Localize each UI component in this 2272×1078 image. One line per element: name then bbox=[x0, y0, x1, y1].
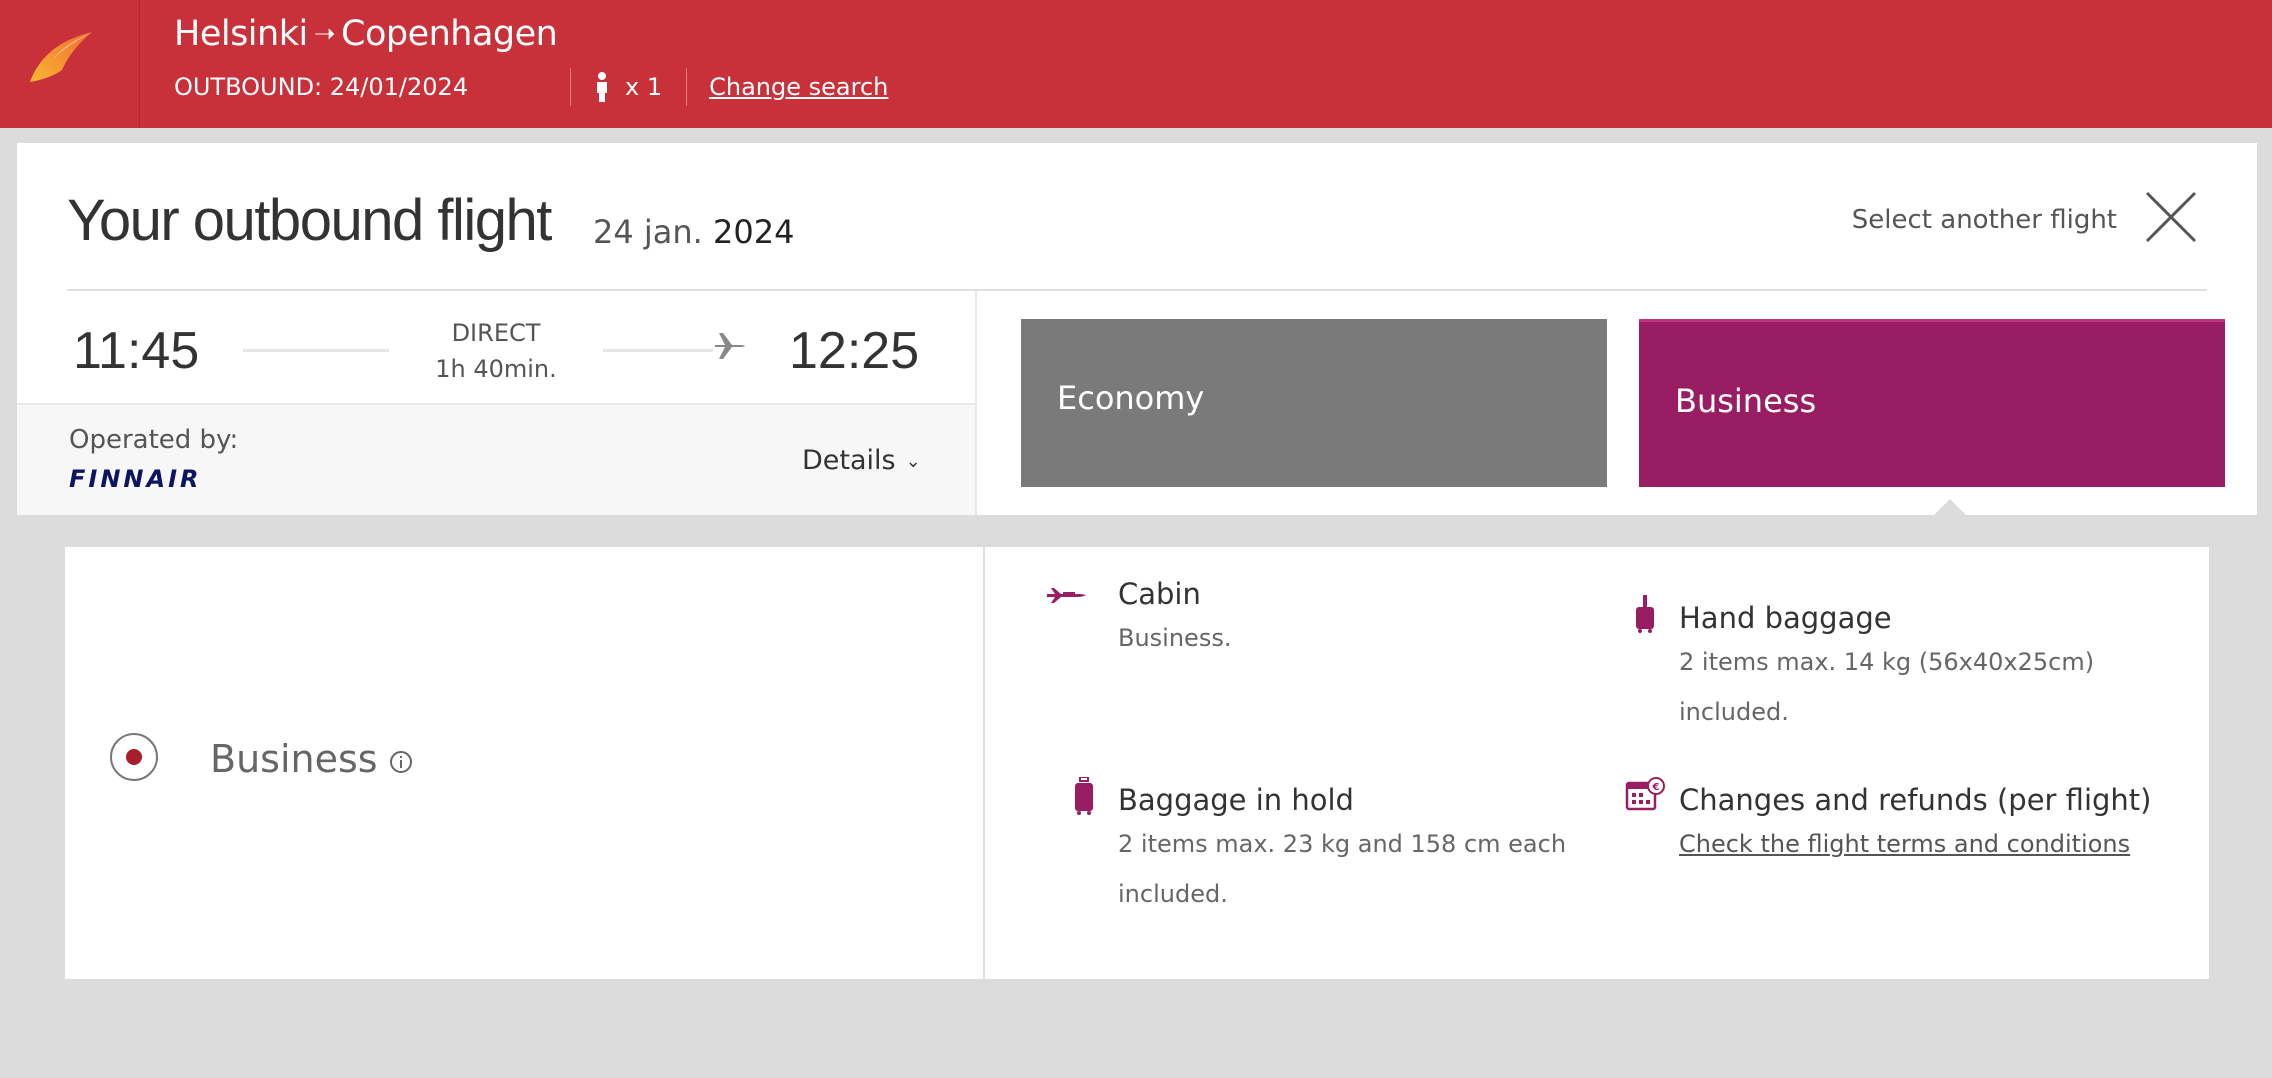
hold-baggage-included: included. bbox=[1118, 880, 1228, 908]
cabin-text: Business. bbox=[1118, 624, 1232, 652]
hand-baggage-title: Hand baggage bbox=[1679, 601, 1892, 635]
change-search-link[interactable]: Change search bbox=[687, 73, 888, 101]
flight-duration: 1h 40min. bbox=[435, 355, 557, 383]
outbound-date: OUTBOUND: 24/01/2024 bbox=[174, 73, 469, 101]
flight-times: 11:45 DIRECT 1h 40min. 12:25 bbox=[17, 291, 975, 403]
radio-dot bbox=[126, 749, 142, 765]
flight-terms-link[interactable]: Check the flight terms and conditions bbox=[1679, 819, 2151, 869]
details-toggle[interactable]: Details ⌄ bbox=[802, 445, 921, 476]
flight-type-label: DIRECT bbox=[451, 319, 541, 347]
feature-hold-baggage: Baggage in hold 2 items max. 23 kg and 1… bbox=[1118, 783, 1566, 919]
close-icon[interactable] bbox=[2143, 189, 2199, 245]
details-label: Details bbox=[802, 445, 896, 476]
hand-baggage-text: 2 items max. 14 kg (56x40x25cm) bbox=[1679, 648, 2095, 676]
feature-changes: Changes and refunds (per flight) Check t… bbox=[1679, 783, 2151, 869]
destination-city: Copenhagen bbox=[341, 14, 558, 54]
svg-text:€: € bbox=[1652, 782, 1660, 793]
hand-baggage-icon bbox=[1636, 595, 1654, 633]
airplane-icon bbox=[715, 333, 745, 359]
page-title: Your outbound flight bbox=[67, 188, 552, 253]
outbound-flight-panel: Your outbound flight 24 jan. 2024 Select… bbox=[17, 143, 2257, 1063]
feature-hand-baggage: Hand baggage 2 items max. 14 kg (56x40x2… bbox=[1679, 601, 2094, 737]
info-icon[interactable] bbox=[389, 750, 413, 774]
top-bar: Helsinki ➝ Copenhagen OUTBOUND: 24/01/2024… bbox=[0, 0, 2272, 128]
feature-cabin: Cabin Business. bbox=[1118, 577, 1231, 663]
passenger-count: x 1 bbox=[571, 72, 686, 102]
fare-tab-business[interactable]: Business bbox=[1639, 319, 2225, 487]
origin-city: Helsinki bbox=[174, 14, 308, 54]
fare-details: Business Cabin Business. Hand baggage 2 … bbox=[65, 547, 2209, 979]
flight-summary: Your outbound flight 24 jan. 2024 Select… bbox=[17, 143, 2257, 515]
fare-radio-selected[interactable] bbox=[110, 733, 158, 781]
route-arrow-icon: ➝ bbox=[313, 19, 336, 49]
route-line bbox=[243, 349, 389, 352]
selected-fare-pointer bbox=[1934, 499, 1966, 515]
cabin-plane-icon bbox=[1047, 588, 1086, 603]
changes-title: Changes and refunds (per flight) bbox=[1679, 783, 2152, 817]
passenger-count-label: x 1 bbox=[625, 73, 663, 101]
operated-by-label: Operated by: bbox=[69, 425, 239, 455]
select-another-flight-label[interactable]: Select another flight bbox=[1852, 205, 2117, 235]
flight-type: DIRECT 1h 40min. bbox=[389, 315, 603, 387]
operator-bar: Operated by: FINNAIR Details ⌄ bbox=[17, 403, 975, 515]
flight-date: 24 jan. 2024 bbox=[593, 213, 794, 251]
flight-date-year: 2024 bbox=[713, 213, 795, 251]
hold-baggage-icon bbox=[1075, 777, 1093, 815]
person-icon bbox=[597, 72, 607, 102]
arrival-time: 12:25 bbox=[789, 322, 920, 380]
route-title: Helsinki ➝ Copenhagen bbox=[174, 14, 558, 54]
fare-option: Business bbox=[65, 547, 985, 979]
calendar-euro-icon: € bbox=[1625, 777, 1665, 811]
airline-logo[interactable] bbox=[0, 0, 140, 128]
cabin-title: Cabin bbox=[1118, 577, 1201, 611]
operator-logo: FINNAIR bbox=[69, 465, 202, 493]
divider bbox=[975, 291, 977, 515]
departure-time: 11:45 bbox=[73, 322, 200, 380]
chevron-down-icon: ⌄ bbox=[905, 451, 921, 472]
route-line bbox=[603, 349, 713, 352]
fare-option-label: Business bbox=[210, 737, 378, 781]
flight-date-day: 24 jan. bbox=[593, 213, 703, 251]
hand-baggage-included: included. bbox=[1679, 698, 1789, 726]
hold-baggage-title: Baggage in hold bbox=[1118, 783, 1354, 817]
hold-baggage-text: 2 items max. 23 kg and 158 cm each bbox=[1118, 830, 1567, 858]
search-summary: OUTBOUND: 24/01/2024 x 1 Change search bbox=[174, 68, 888, 106]
swoosh-logo-icon bbox=[30, 32, 92, 82]
fare-tab-economy[interactable]: Economy bbox=[1021, 319, 1607, 487]
